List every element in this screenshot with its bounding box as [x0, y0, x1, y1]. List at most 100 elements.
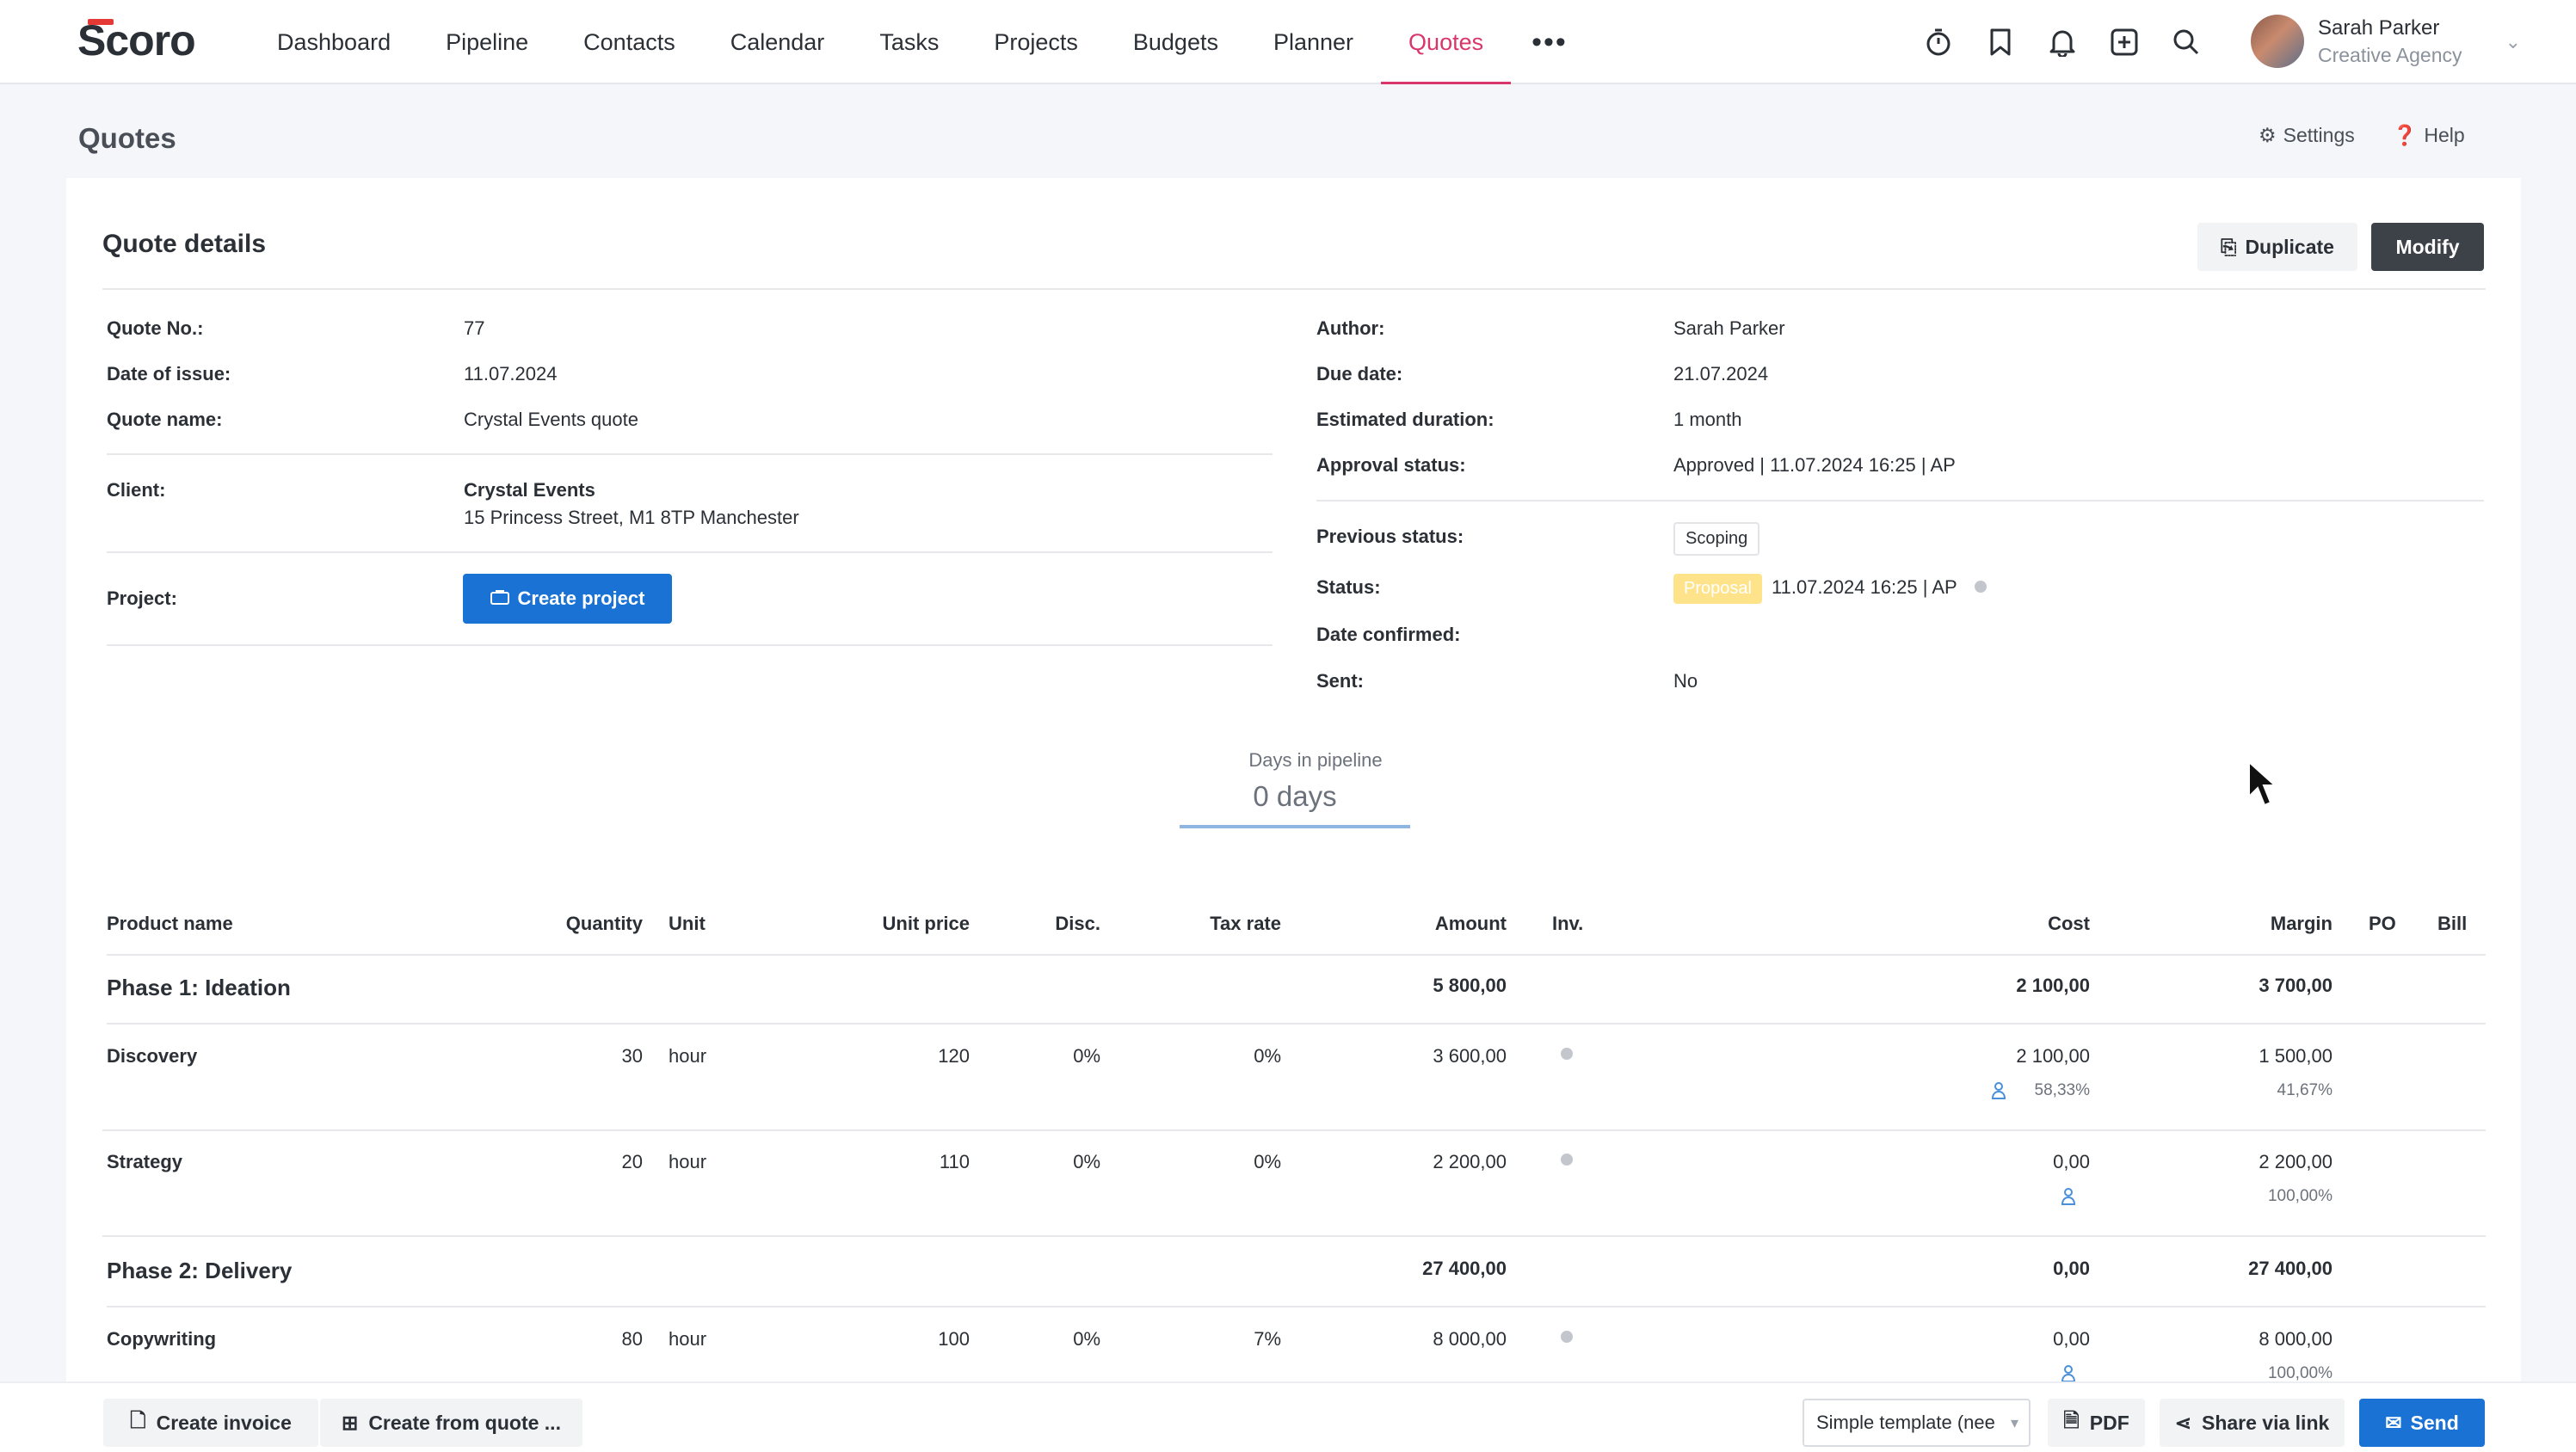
help-link[interactable]: ❓ Help — [2393, 124, 2465, 147]
due-date-label: Due date: — [1316, 363, 1403, 385]
col-cost: Cost — [2048, 913, 2090, 934]
card-title: Quote details — [102, 230, 267, 258]
strategy-unit-price: 110 — [939, 1151, 970, 1172]
add-icon[interactable] — [2109, 19, 2140, 65]
col-unit: Unit — [669, 913, 706, 934]
add-icon: ⊞ — [342, 1411, 359, 1434]
col-tax-rate: Tax rate — [1210, 913, 1281, 934]
settings-link[interactable]: ⚙ Settings — [2259, 124, 2355, 147]
col-bill: Bill — [2437, 913, 2468, 934]
nav-projects[interactable]: Projects — [966, 0, 1106, 84]
pdf-button[interactable]: 🗎 PDF — [2048, 1399, 2145, 1447]
date-issue-value: 11.07.2024 — [464, 363, 558, 385]
share-icon: ⋖ — [2174, 1411, 2191, 1434]
status-label: Status: — [1316, 576, 1381, 598]
strategy-invoiced-dot — [1561, 1154, 1573, 1166]
nav-planner[interactable]: Planner — [1246, 0, 1381, 84]
copywriting-unit: hour — [669, 1328, 707, 1350]
strategy-name[interactable]: Strategy — [107, 1151, 182, 1173]
copywriting-unit-price: 100 — [938, 1328, 970, 1350]
discovery-discount: 0% — [1073, 1045, 1100, 1067]
divider — [102, 288, 2486, 290]
phase-2-cost: 0,00 — [2053, 1258, 2090, 1279]
scoro-logo[interactable]: Scoro — [77, 15, 196, 65]
phase-1-amount: 5 800,00 — [1433, 975, 1507, 996]
nav-quotes[interactable]: Quotes — [1381, 0, 1512, 84]
briefcase-icon — [490, 588, 509, 610]
nav-budgets[interactable]: Budgets — [1106, 0, 1246, 84]
bell-icon[interactable] — [2047, 19, 2078, 65]
divider — [1316, 500, 2484, 501]
quote-no-label: Quote No.: — [107, 317, 204, 339]
discovery-name[interactable]: Discovery — [107, 1045, 197, 1067]
gear-icon: ⚙ — [2259, 124, 2277, 146]
share-via-link-button[interactable]: ⋖ Share via link — [2160, 1399, 2345, 1447]
discovery-unit: hour — [669, 1045, 707, 1067]
author-value: Sarah Parker — [1673, 317, 1785, 339]
quote-name-value: Crystal Events quote — [464, 409, 638, 430]
discovery-margin-pct: 41,67% — [2277, 1081, 2333, 1099]
create-project-button[interactable]: Create project — [463, 574, 672, 624]
status-tag[interactable]: Proposal — [1673, 574, 1762, 604]
help-icon: ❓ — [2392, 124, 2418, 146]
divider — [107, 1306, 2486, 1307]
modify-button[interactable]: Modify — [2371, 223, 2484, 271]
invoice-icon: 🗋 — [130, 1408, 146, 1431]
sent-value: No — [1673, 670, 1698, 692]
copywriting-discount: 0% — [1073, 1328, 1100, 1350]
person-icon — [1991, 1082, 2006, 1099]
previous-status-tag: Scoping — [1673, 522, 1760, 556]
strategy-amount: 2 200,00 — [1433, 1151, 1507, 1172]
bookmark-icon[interactable] — [1985, 19, 2016, 65]
person-icon — [2061, 1365, 2076, 1382]
discovery-cost-pct: 58,33% — [2034, 1081, 2090, 1099]
nav-pipeline[interactable]: Pipeline — [418, 0, 556, 84]
template-select[interactable]: Simple template (nee ▾ — [1803, 1399, 2031, 1447]
col-po: PO — [2369, 913, 2396, 934]
status-dot — [1975, 581, 1987, 593]
top-navigation-bar: Scoro Dashboard Pipeline Contacts Calend… — [0, 0, 2576, 84]
user-menu[interactable]: Sarah Parker Creative Agency ⌄ — [2251, 7, 2530, 76]
copywriting-invoiced-dot — [1561, 1331, 1573, 1343]
pipeline-progress-bar — [1180, 825, 1410, 828]
project-label: Project: — [107, 588, 177, 609]
copywriting-name[interactable]: Copywriting — [107, 1328, 216, 1350]
avatar — [2251, 15, 2304, 68]
chevron-down-icon: ▾ — [2010, 1414, 2018, 1431]
strategy-qty: 20 — [621, 1151, 643, 1172]
strategy-cost: 0,00 — [2053, 1151, 2090, 1172]
col-invoiced: Inv. — [1552, 913, 1584, 934]
copywriting-amount: 8 000,00 — [1433, 1328, 1507, 1350]
duplicate-button[interactable]: ⎘ Duplicate — [2197, 223, 2357, 271]
copywriting-margin-pct: 100,00% — [2267, 1364, 2333, 1382]
quote-details-card: Quote details ⎘ Duplicate Modify Quote No… — [66, 178, 2521, 1452]
phase-1-margin: 3 700,00 — [2259, 975, 2333, 996]
discovery-cost: 2 100,00 — [2016, 1045, 2090, 1067]
nav-calendar[interactable]: Calendar — [703, 0, 853, 84]
discovery-qty: 30 — [621, 1045, 643, 1067]
est-duration-label: Estimated duration: — [1316, 409, 1494, 430]
strategy-tax: 0% — [1254, 1151, 1281, 1172]
mail-icon: ✉ — [2385, 1411, 2402, 1434]
strategy-unit: hour — [669, 1151, 707, 1172]
create-from-quote-button[interactable]: ⊞ Create from quote ... — [320, 1399, 582, 1447]
divider — [107, 644, 1273, 646]
action-footer: 🗋 Create invoice ⊞ Create from quote ... S… — [0, 1381, 2576, 1452]
send-button[interactable]: ✉ Send — [2359, 1399, 2485, 1447]
approval-status-value: Approved | 11.07.2024 16:25 | AP — [1673, 454, 1956, 476]
timer-icon[interactable] — [1923, 19, 1954, 65]
divider — [107, 1023, 2486, 1024]
divider — [107, 954, 2486, 956]
phase-2-amount: 27 400,00 — [1422, 1258, 1507, 1279]
create-invoice-button[interactable]: 🗋 Create invoice — [103, 1399, 318, 1447]
more-menu-icon[interactable]: ••• — [1511, 0, 1588, 84]
copywriting-margin: 8 000,00 — [2259, 1328, 2333, 1350]
sent-label: Sent: — [1316, 670, 1364, 692]
nav-dashboard[interactable]: Dashboard — [250, 0, 418, 84]
client-name[interactable]: Crystal Events — [464, 479, 595, 501]
person-icon — [2061, 1188, 2076, 1205]
user-org: Creative Agency — [2318, 43, 2462, 66]
nav-contacts[interactable]: Contacts — [556, 0, 703, 84]
search-icon[interactable] — [2171, 19, 2202, 65]
nav-tasks[interactable]: Tasks — [852, 0, 966, 84]
